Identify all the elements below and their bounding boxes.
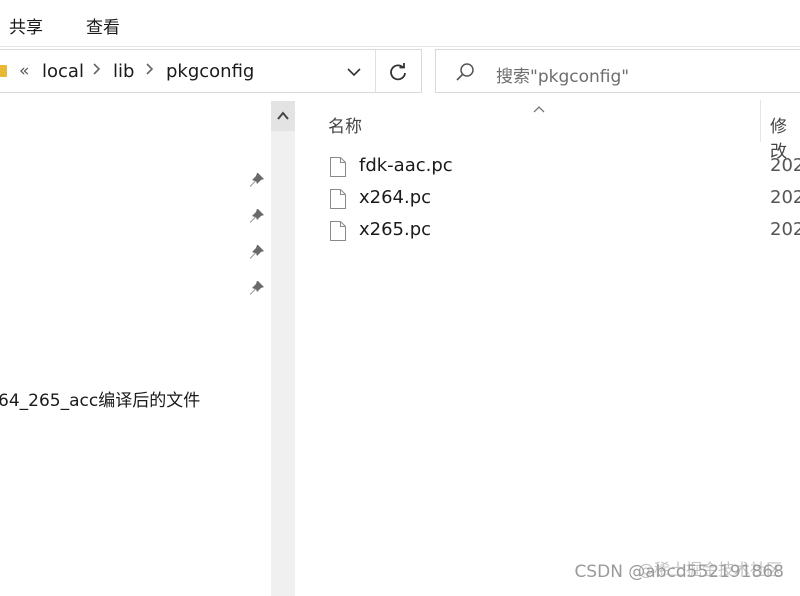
column-header-name[interactable]: 名称 (328, 112, 362, 137)
file-name: fdk-aac.pc (359, 155, 453, 176)
pin-icon[interactable] (249, 172, 265, 188)
file-icon (330, 157, 346, 177)
breadcrumb-pkgconfig[interactable]: pkgconfig (166, 61, 254, 82)
address-divider (375, 50, 376, 92)
nav-item-folder[interactable]: 64_265_acc编译后的文件 (0, 386, 200, 411)
scroll-up-button[interactable] (271, 101, 295, 131)
breadcrumb-local[interactable]: local (42, 61, 84, 82)
sort-caret-icon (533, 98, 545, 113)
pin-icon[interactable] (249, 208, 265, 224)
file-date: 202 (770, 155, 800, 176)
tab-share[interactable]: 共享 (9, 13, 43, 38)
nav-scrollbar[interactable] (271, 101, 295, 596)
search-input[interactable]: 搜索"pkgconfig" (496, 62, 629, 87)
address-bar[interactable]: « local lib pkgconfig (0, 49, 422, 93)
file-icon (330, 189, 346, 209)
ribbon-divider (0, 46, 800, 47)
file-row[interactable]: x264.pc 202 (330, 185, 800, 215)
pin-icon[interactable] (249, 280, 265, 296)
chevron-right-icon[interactable] (92, 61, 102, 81)
file-name: x264.pc (359, 187, 432, 208)
file-icon (330, 221, 346, 241)
tab-view[interactable]: 查看 (86, 13, 120, 38)
chevron-right-icon[interactable] (145, 61, 155, 81)
watermark-csdn: CSDN @abcd552191868 (574, 562, 784, 582)
breadcrumb-overflow[interactable]: « (19, 61, 29, 81)
chevron-down-icon[interactable] (345, 63, 363, 81)
search-icon (454, 61, 476, 83)
ribbon: 共享 查看 (0, 0, 800, 46)
file-date: 202 (770, 187, 800, 208)
file-name: x265.pc (359, 219, 432, 240)
file-row[interactable]: fdk-aac.pc 202 (330, 153, 800, 183)
breadcrumb-lib[interactable]: lib (113, 61, 134, 82)
column-divider[interactable] (760, 100, 761, 142)
search-box[interactable]: 搜索"pkgconfig" (435, 49, 800, 93)
file-date: 202 (770, 219, 800, 240)
file-row[interactable]: x265.pc 202 (330, 217, 800, 247)
pin-icon[interactable] (249, 244, 265, 260)
folder-icon (0, 65, 7, 77)
navigation-pane: 64_265_acc编译后的文件 (0, 97, 296, 596)
refresh-icon[interactable] (387, 61, 409, 83)
